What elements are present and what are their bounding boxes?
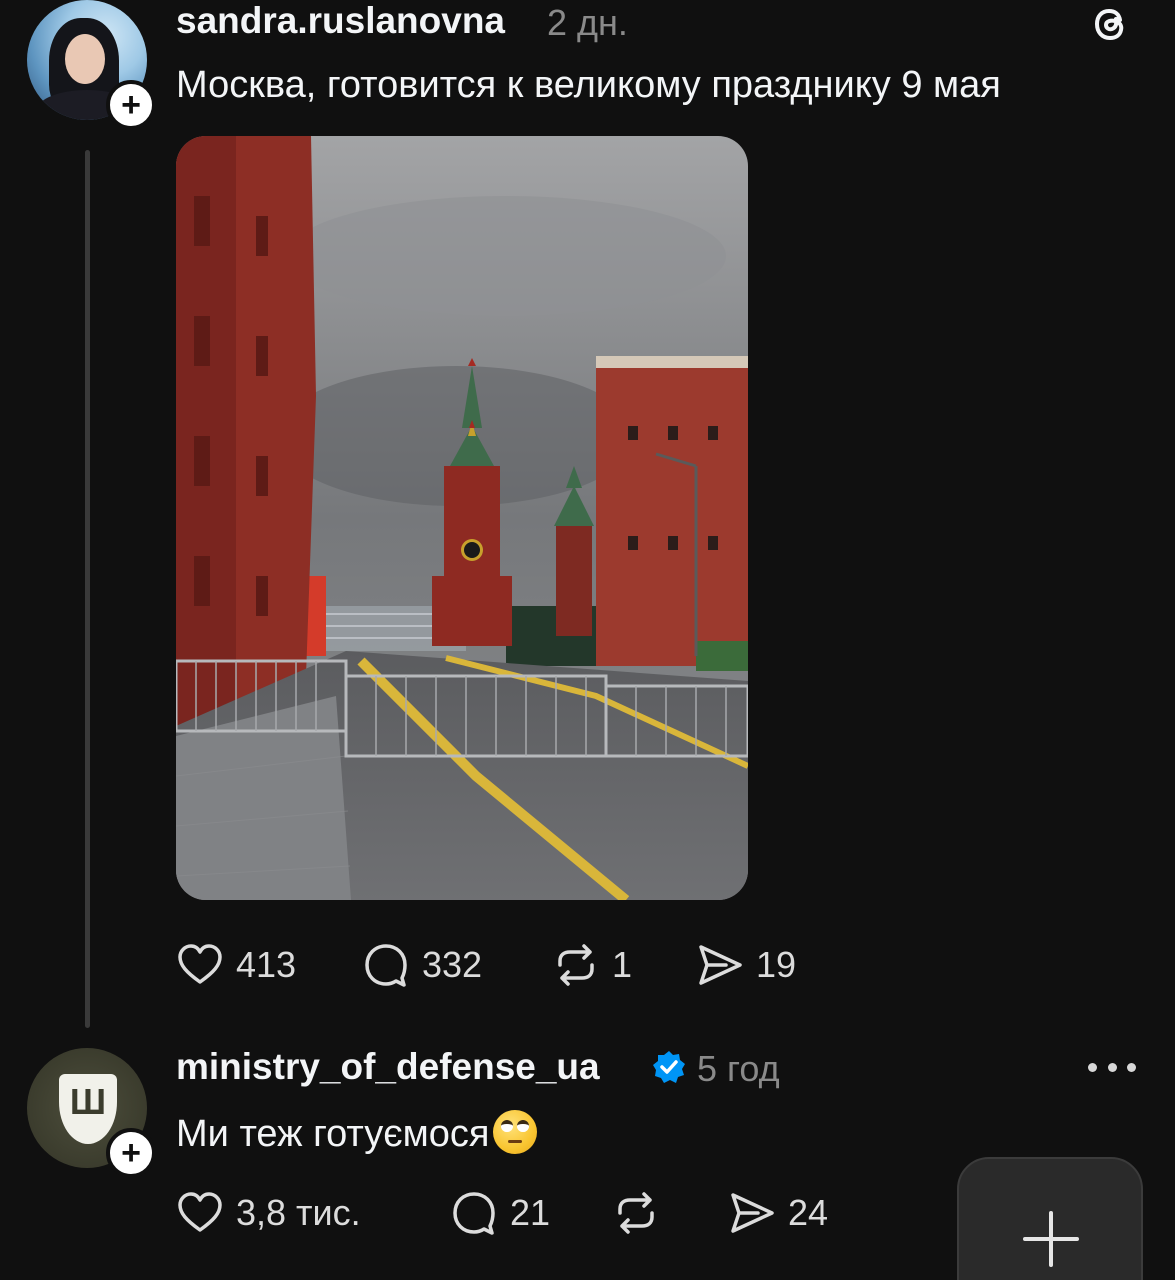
send-icon [699, 945, 742, 985]
post-username[interactable]: sandra.ruslanovna [176, 0, 505, 42]
reply-comment-count: 21 [510, 1192, 551, 1233]
threads-logo-icon[interactable] [1086, 0, 1134, 48]
follow-button[interactable]: + [106, 80, 156, 130]
comment-button[interactable]: 332 [362, 940, 482, 990]
reply-share-button[interactable]: 24 [728, 1188, 828, 1238]
repost-icon [558, 944, 594, 986]
comment-count: 332 [422, 944, 483, 985]
reply-like-count: 3,8 тис. [236, 1192, 361, 1233]
repost-icon [618, 1192, 654, 1234]
share-button[interactable]: 19 [696, 940, 796, 990]
repost-count: 1 [612, 944, 633, 985]
threads-feed: + sandra.ruslanovna 2 дн. Москва, готови… [0, 0, 1175, 1280]
repost-button[interactable]: 1 [552, 940, 632, 990]
more-horizontal-icon[interactable] [1088, 1052, 1136, 1082]
share-count: 19 [756, 944, 797, 985]
thread-connector-line [85, 150, 90, 1028]
reply-comment-button[interactable]: 21 [450, 1188, 550, 1238]
reply-timestamp: 5 год [697, 1048, 780, 1089]
verified-badge-icon [653, 1051, 685, 1083]
post-timestamp: 2 дн. [547, 2, 628, 43]
reply-like-button[interactable]: 3,8 тис. [176, 1188, 361, 1238]
reply-follow-button[interactable]: + [106, 1128, 156, 1178]
heart-icon [178, 944, 222, 984]
comment-icon [453, 1192, 495, 1235]
reply-repost-button[interactable] [612, 1188, 672, 1238]
photo-red-square-kremlin [176, 136, 748, 900]
heart-icon [178, 1192, 222, 1232]
like-button[interactable]: 413 [176, 940, 296, 990]
post-image[interactable] [176, 136, 748, 900]
send-icon [731, 1193, 774, 1233]
rolling-eyes-emoji [493, 1110, 538, 1154]
new-thread-button[interactable] [957, 1157, 1143, 1280]
trident-icon: Ш [69, 1081, 107, 1122]
reply-text: Ми теж готуємося [176, 1110, 538, 1156]
reply-username[interactable]: ministry_of_defense_ua [176, 1046, 600, 1088]
comment-icon [365, 944, 407, 987]
reply-share-count: 24 [788, 1192, 829, 1233]
post-text: Москва, готовится к великому празднику 9… [176, 64, 1001, 106]
like-count: 413 [236, 944, 297, 985]
